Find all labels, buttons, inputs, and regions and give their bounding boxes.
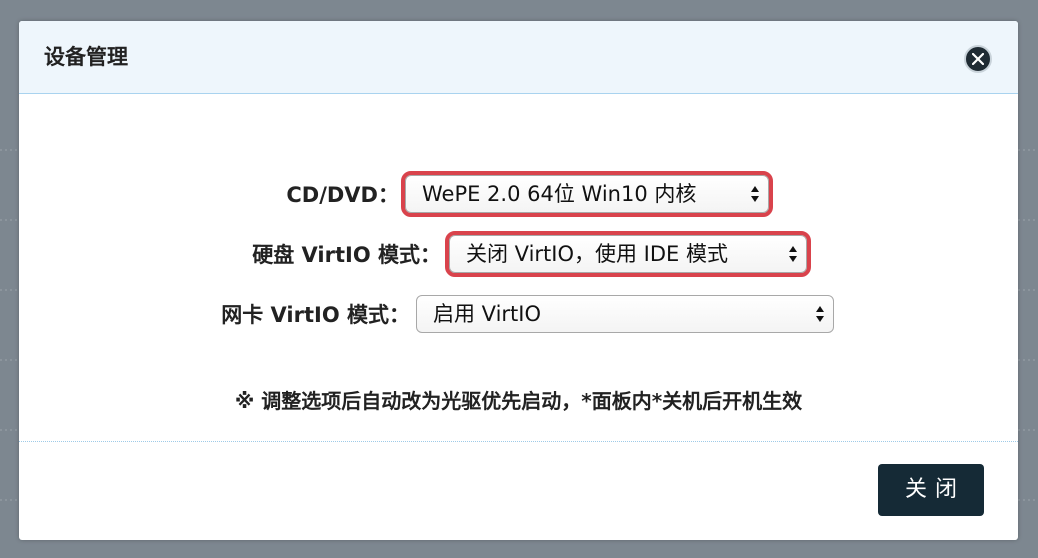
- nic-virtio-selected-value: 启用 VirtIO: [433, 302, 542, 326]
- dialog-title: 设备管理: [44, 45, 128, 69]
- cd-dvd-selected-value: WePE 2.0 64位 Win10 内核: [422, 182, 697, 206]
- footer-divider: [19, 441, 1018, 442]
- select-arrows-icon: [751, 186, 759, 202]
- device-management-dialog: 设备管理 CD/DVD： WePE 2.0 64位 Win10 内核 硬盘 Vi…: [19, 21, 1018, 540]
- notice-text: ※ 调整选项后自动改为光驱优先启动，*面板内*关机后开机生效: [234, 389, 803, 413]
- disk-virtio-selected-value: 关闭 VirtIO，使用 IDE 模式: [466, 242, 728, 266]
- close-button[interactable]: 关闭: [878, 464, 984, 516]
- disk-virtio-select[interactable]: 关闭 VirtIO，使用 IDE 模式: [445, 231, 811, 277]
- nic-virtio-label: 网卡 VirtIO 模式：: [221, 303, 410, 327]
- close-icon[interactable]: [964, 45, 992, 73]
- cd-dvd-label: CD/DVD：: [286, 183, 399, 207]
- cd-dvd-row: CD/DVD： WePE 2.0 64位 Win10 内核: [19, 171, 1018, 217]
- disk-virtio-row: 硬盘 VirtIO 模式： 关闭 VirtIO，使用 IDE 模式: [19, 231, 1018, 277]
- nic-virtio-select[interactable]: 启用 VirtIO: [416, 295, 834, 333]
- dialog-header: 设备管理: [19, 21, 1018, 94]
- select-arrows-icon: [816, 306, 824, 322]
- disk-virtio-label: 硬盘 VirtIO 模式：: [252, 243, 441, 267]
- select-arrows-icon: [789, 246, 797, 262]
- cd-dvd-select[interactable]: WePE 2.0 64位 Win10 内核: [401, 171, 773, 217]
- nic-virtio-row: 网卡 VirtIO 模式： 启用 VirtIO: [19, 295, 1018, 335]
